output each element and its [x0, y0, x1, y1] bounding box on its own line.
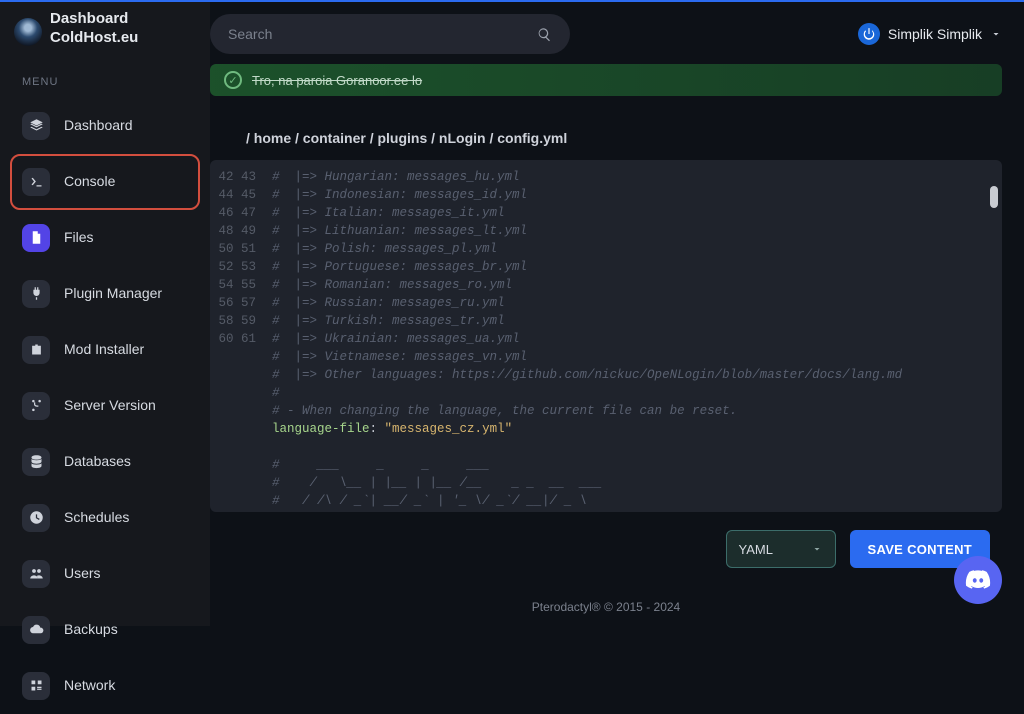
sidebar-item-label: Console [64, 173, 115, 190]
briefcase-icon [22, 336, 50, 364]
status-banner: ✓ Tro, na paroia Goranoor.ee lo [210, 64, 1002, 96]
topbar: Search Simplik Simplik [210, 2, 1024, 54]
main: Search Simplik Simplik ✓ Tro, na paroia … [210, 2, 1024, 626]
sidebar-item-mod-installer[interactable]: Mod Installer [10, 322, 200, 378]
editor-actions: YAML SAVE CONTENT [210, 512, 1002, 568]
plug-icon [22, 280, 50, 308]
sidebar-item-label: Server Version [64, 397, 156, 414]
terminal-icon [22, 168, 50, 196]
cloud-icon [22, 616, 50, 644]
brand-title-line1: Dashboard [50, 10, 138, 29]
sidebar-item-label: Backups [64, 621, 118, 638]
sidebar-item-label: Plugin Manager [64, 285, 162, 302]
users-icon [22, 560, 50, 588]
sidebar-item-label: Users [64, 565, 101, 582]
search-icon [537, 27, 552, 42]
user-menu[interactable]: Simplik Simplik [858, 23, 1002, 45]
save-button-label: SAVE CONTENT [868, 542, 972, 557]
sidebar-item-server-version[interactable]: Server Version [10, 378, 200, 434]
chevron-down-icon [811, 543, 823, 555]
sidebar-item-plugin-manager[interactable]: Plugin Manager [10, 266, 200, 322]
sidebar-item-label: Network [64, 677, 115, 694]
sidebar-item-label: Mod Installer [64, 341, 144, 358]
sidebar-item-label: Dashboard [64, 117, 133, 134]
sidebar-item-backups[interactable]: Backups [10, 602, 200, 658]
line-gutter: 42 43 44 45 46 47 48 49 50 51 52 53 54 5… [210, 160, 264, 512]
sidebar-item-schedules[interactable]: Schedules [10, 490, 200, 546]
clock-icon [22, 504, 50, 532]
banner-text: Tro, na paroia Goranoor.ee lo [252, 73, 422, 88]
file-icon [22, 224, 50, 252]
search-placeholder: Search [228, 26, 272, 42]
sidebar-item-label: Files [64, 229, 94, 246]
sidebar-item-users[interactable]: Users [10, 546, 200, 602]
check-circle-icon: ✓ [224, 71, 242, 89]
branch-icon [22, 392, 50, 420]
brand[interactable]: Dashboard ColdHost.eu [0, 8, 210, 58]
sidebar-item-databases[interactable]: Databases [10, 434, 200, 490]
layers-icon [22, 112, 50, 140]
sidebar: Dashboard ColdHost.eu MENU Dashboard Con… [0, 2, 210, 626]
code-editor[interactable]: 42 43 44 45 46 47 48 49 50 51 52 53 54 5… [210, 160, 1002, 512]
sidebar-item-label: Databases [64, 453, 131, 470]
search-input[interactable]: Search [210, 14, 570, 54]
sidebar-item-label: Schedules [64, 509, 129, 526]
discord-fab[interactable] [954, 556, 1002, 604]
code-content[interactable]: # |=> Hungarian: messages_hu.yml # |=> I… [210, 160, 1002, 512]
breadcrumb[interactable]: / home / container / plugins / nLogin / … [210, 112, 1002, 160]
chevron-down-icon [990, 28, 1002, 40]
brand-logo-icon [14, 18, 42, 46]
syntax-select[interactable]: YAML [726, 530, 836, 568]
discord-icon [965, 567, 991, 593]
syntax-select-label: YAML [739, 542, 773, 557]
menu-heading: MENU [0, 58, 210, 98]
footer-text: Pterodactyl® © 2015 - 2024 [210, 568, 1002, 614]
power-icon [858, 23, 880, 45]
sidebar-item-files[interactable]: Files [10, 210, 200, 266]
network-icon [22, 672, 50, 700]
sidebar-item-console[interactable]: Console [10, 154, 200, 210]
scrollbar-thumb[interactable] [990, 186, 998, 208]
user-name: Simplik Simplik [888, 26, 982, 42]
sidebar-item-network[interactable]: Network [10, 658, 200, 714]
brand-title-line2: ColdHost.eu [50, 29, 138, 48]
sidebar-item-dashboard[interactable]: Dashboard [10, 98, 200, 154]
database-icon [22, 448, 50, 476]
nav: Dashboard Console Files Plugin Manager M… [0, 98, 210, 714]
